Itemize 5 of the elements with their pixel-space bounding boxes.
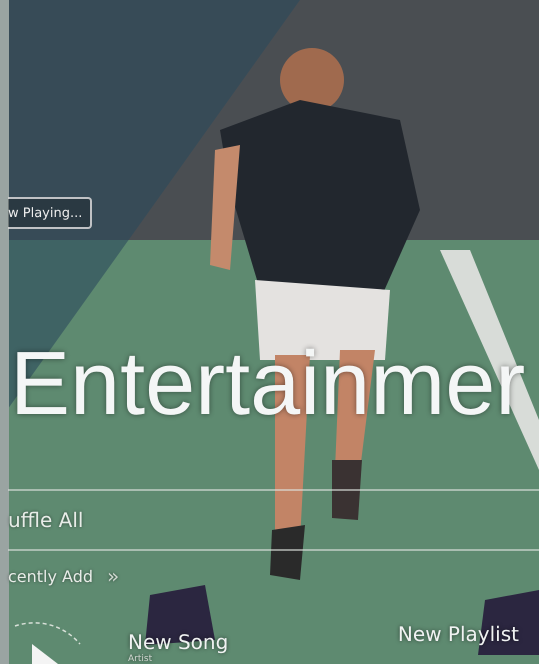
menu-item[interactable]: cently Add » [8,551,539,601]
now-playing-button[interactable]: w Playing... [8,197,92,229]
track-item[interactable]: New Playlist [398,622,519,646]
chevron-icon: » [107,564,120,588]
menu-item[interactable]: uffle All [8,491,539,549]
